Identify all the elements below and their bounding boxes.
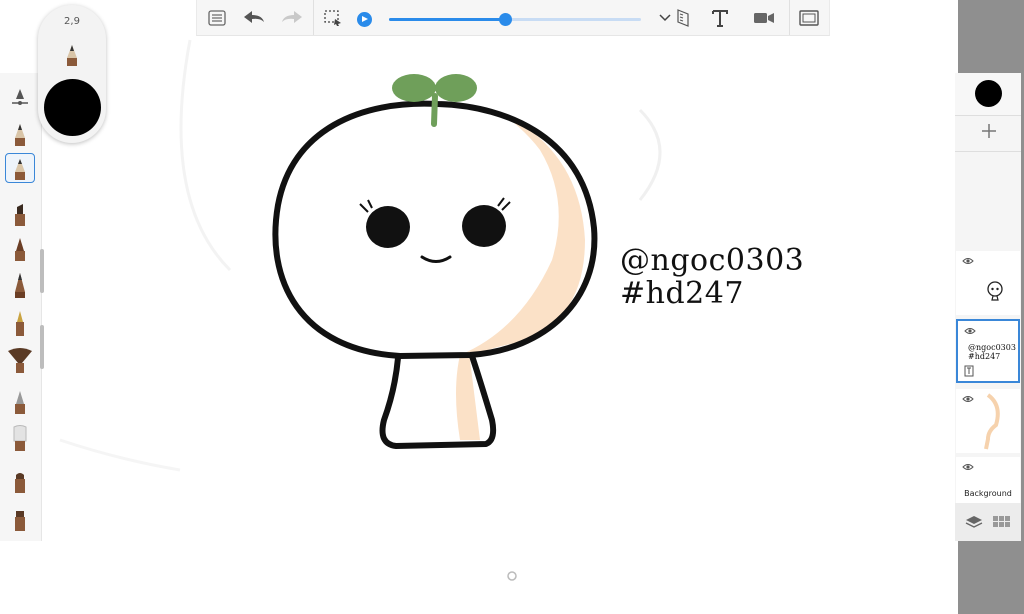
layer-item-shading[interactable] — [956, 389, 1020, 453]
drawing-canvas[interactable] — [0, 0, 958, 614]
sprout-stem — [431, 93, 438, 127]
signature-text: @ngoc0303 #hd247 — [620, 244, 804, 310]
eye-icon[interactable] — [962, 463, 974, 471]
layers-panel: @ngoc0303 #hd247 Background — [955, 73, 1021, 541]
brush-size-panel[interactable]: 2,9 — [38, 5, 106, 143]
signature-line2: #hd247 — [620, 276, 744, 311]
soft-paint-brush[interactable] — [5, 423, 35, 453]
rail-scrollbar-handle[interactable] — [40, 249, 44, 293]
signature-line1: @ngoc0303 — [620, 243, 805, 278]
top-toolbar — [196, 0, 830, 36]
layer-item-face[interactable] — [956, 251, 1020, 315]
list-icon[interactable] — [205, 6, 229, 30]
layer-item-text[interactable]: @ngoc0303 #hd247 — [956, 319, 1020, 383]
layers-footer — [955, 503, 1021, 541]
right-eye — [462, 205, 506, 247]
sprout-leaf-left — [392, 74, 436, 102]
marker-brush[interactable] — [5, 198, 35, 228]
undo-icon[interactable] — [242, 6, 266, 30]
eye-icon[interactable] — [962, 257, 974, 265]
text-layer-icon — [964, 365, 974, 377]
layer-name: Background — [964, 489, 1012, 498]
text-icon[interactable] — [708, 6, 732, 30]
add-layer-icon[interactable] — [979, 121, 999, 141]
color-picker-button[interactable] — [955, 73, 1021, 115]
left-eye — [366, 206, 410, 248]
eye-icon[interactable] — [962, 395, 974, 403]
flat-marker-brush[interactable] — [5, 503, 35, 533]
playback-slider[interactable] — [389, 13, 641, 26]
current-brush-icon — [67, 45, 77, 66]
brush-color-swatch[interactable] — [44, 79, 101, 136]
playback-slider-fill — [389, 18, 505, 21]
video-icon[interactable] — [752, 6, 776, 30]
ruler-icon[interactable] — [671, 6, 695, 30]
rail-scrollbar-handle[interactable] — [40, 325, 44, 369]
current-color-swatch — [975, 80, 1002, 107]
toolbar-divider — [789, 0, 790, 35]
layer-thumbnail — [984, 393, 1000, 450]
fountain-pen-brush[interactable] — [5, 308, 35, 338]
playback-slider-knob[interactable] — [498, 13, 512, 26]
divider — [955, 151, 1021, 152]
redo-icon[interactable] — [280, 6, 304, 30]
pen-brush[interactable] — [5, 233, 35, 263]
grid-icon[interactable] — [993, 516, 1011, 528]
right-lashes — [497, 197, 511, 211]
layer-thumbnail — [987, 281, 1003, 301]
play-icon[interactable] — [357, 12, 372, 27]
sprout-leaf-right — [435, 74, 477, 102]
ink-pen-brush[interactable] — [5, 270, 35, 300]
pencil-brush[interactable] — [5, 118, 35, 148]
layers-icon[interactable] — [965, 515, 983, 529]
pencil-brush-selected[interactable] — [5, 153, 35, 183]
smile — [420, 255, 452, 263]
chisel-marker-brush[interactable] — [5, 465, 35, 495]
brush-size-value: 2,9 — [64, 16, 80, 27]
toolbar-divider — [313, 0, 314, 35]
brush-settings-icon[interactable] — [5, 79, 35, 109]
canvas-rotate-icon[interactable] — [507, 571, 517, 581]
layer-thumbnail-text: @ngoc0303 #hd247 — [968, 343, 1016, 361]
airbrush-brush[interactable] — [5, 386, 35, 416]
fullscreen-icon[interactable] — [797, 6, 821, 30]
fan-brush[interactable] — [5, 345, 35, 375]
left-lashes — [359, 199, 373, 213]
brush-library-rail — [0, 73, 44, 541]
eye-icon[interactable] — [964, 327, 976, 335]
selection-icon[interactable] — [321, 6, 345, 30]
divider — [955, 115, 1021, 116]
